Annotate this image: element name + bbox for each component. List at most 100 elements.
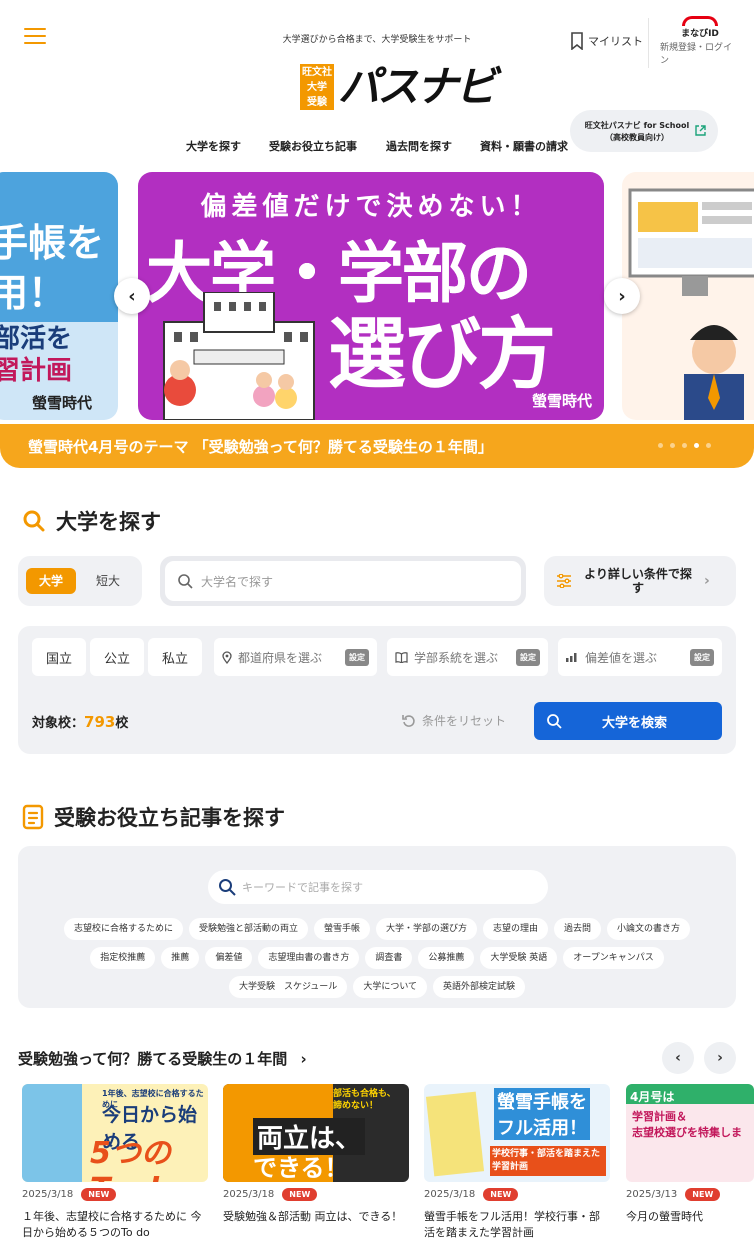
article-tag[interactable]: 志望理由書の書き方 [258, 947, 360, 969]
book-icon [395, 651, 408, 663]
article-card[interactable]: 部活も合格も、諦めない！ 両立は、 できる！ 2025/3/18 NEW 受験勉強… [223, 1084, 409, 1225]
result-count: 対象校：793校 [32, 713, 129, 731]
carousel-slide-main[interactable]: 偏差値だけで決めない！ 大学・学部の 選び方 螢雪時代 [138, 172, 604, 420]
carousel-dot[interactable] [658, 443, 663, 448]
carousel-slide-next[interactable] [622, 172, 754, 420]
for-school-button[interactable]: 旺文社パスナビ for School（高校教員向け） [570, 110, 718, 152]
article-card[interactable]: 螢雪手帳を フル活用！ 学校行事・部活を踏まえた学習計画 2025/3/18 NE… [424, 1084, 610, 1241]
featured-next-button[interactable]: › [704, 1042, 736, 1074]
hero-carousel[interactable]: 手帳を 用！ 部活を 習計画 螢雪時代 偏差値だけで決めない！ 大学・学部の 選… [0, 170, 754, 470]
login-link[interactable]: 新規登録・ログイン [660, 42, 740, 68]
chevron-right-icon: › [300, 1050, 307, 1068]
school-type-toggle[interactable]: 大学 短大 [18, 556, 142, 606]
new-badge: NEW [282, 1188, 318, 1201]
reset-label: 条件をリセット [422, 714, 507, 728]
article-tag[interactable]: オープンキャンパス [563, 947, 664, 969]
faculty-label: 学部系統を選ぶ [414, 650, 499, 665]
prefecture-label: 都道府県を選ぶ [238, 650, 323, 665]
featured-prev-button[interactable]: ‹ [662, 1042, 694, 1074]
articles-section-title: 受験お役立ち記事を探す [54, 806, 285, 830]
logo-word: パスナビ [338, 62, 497, 111]
location-pin-icon [222, 650, 232, 664]
article-tag[interactable]: 英語外部検定試験 [433, 976, 526, 998]
university-search-input[interactable]: 大学名で探す [201, 573, 273, 590]
bookmark-icon [571, 32, 583, 50]
article-tag[interactable]: 偏差値 [205, 947, 253, 969]
article-search-input[interactable]: キーワードで記事を探す [242, 879, 363, 895]
carousel-next-button[interactable]: › [604, 278, 640, 314]
mylist-link[interactable]: マイリスト [570, 32, 643, 50]
article-tag[interactable]: 過去問 [554, 918, 602, 940]
article-card[interactable]: 1年後、志望校に合格するために 今日から始める 5つのTo do 2025/3/… [22, 1084, 208, 1241]
nav-past-exams[interactable]: 過去問を探す [386, 138, 452, 154]
article-keyword-search[interactable]: キーワードで記事を探す [208, 870, 548, 904]
article-thumbnail: 4月号は 学習計画＆ 志望校選びを特集しま [626, 1084, 754, 1182]
article-tag[interactable]: 志望校に合格するために [63, 918, 183, 940]
article-card[interactable]: 4月号は 学習計画＆ 志望校選びを特集しま 2025/3/13 NEW 今月の螢雪… [626, 1084, 754, 1225]
carousel-dot[interactable] [682, 443, 687, 448]
article-tag[interactable]: 小論文の書き方 [607, 918, 691, 940]
document-icon [22, 804, 44, 830]
article-tag[interactable]: 大学・学部の選び方 [375, 918, 477, 940]
tab-university[interactable]: 大学 [26, 568, 76, 594]
carousel-dots[interactable] [658, 443, 711, 448]
reset-icon [402, 714, 415, 727]
nav-university[interactable]: 大学を探す [186, 138, 241, 154]
article-title: 今月の螢雪時代 [626, 1210, 703, 1223]
university-name-search[interactable]: 大学名で探す [160, 556, 526, 606]
nav-articles[interactable]: 受験お役立ち記事 [269, 138, 357, 154]
faculty-select[interactable]: 学部系統を選ぶ 設定 [387, 638, 548, 676]
article-tag[interactable]: 推薦 [161, 947, 200, 969]
search-icon [178, 574, 193, 589]
tab-junior-college[interactable]: 短大 [88, 568, 128, 594]
prefecture-select[interactable]: 都道府県を選ぶ 設定 [214, 638, 377, 676]
article-tag[interactable]: 公募推薦 [418, 947, 475, 969]
mylist-label: マイリスト [588, 35, 643, 48]
filter-public[interactable]: 公立 [90, 638, 144, 676]
detailed-search-label: より詳しい条件で探す [584, 567, 692, 595]
hamburger-menu-button[interactable] [24, 28, 46, 46]
monitor-illustration [628, 188, 754, 420]
featured-heading-link[interactable]: 受験勉強って何？勝てる受験生の１年間 › [18, 1048, 307, 1069]
article-tag[interactable]: 大学受験 スケジュール [228, 976, 348, 998]
search-icon [23, 510, 45, 532]
external-link-icon [695, 125, 706, 136]
carousel-dot[interactable] [670, 443, 675, 448]
deviation-set-badge: 設定 [690, 648, 714, 666]
carousel-slide-prev[interactable]: 手帳を 用！ 部活を 習計画 螢雪時代 [0, 172, 118, 420]
filter-national[interactable]: 国立 [32, 638, 86, 676]
carousel-dot[interactable] [706, 443, 711, 448]
reset-conditions-button[interactable]: 条件をリセット [402, 712, 506, 729]
article-tag[interactable]: 志望の理由 [483, 918, 549, 940]
article-date: 2025/3/13 [626, 1189, 678, 1200]
nav-request-materials[interactable]: 資料・願書の請求 [480, 138, 568, 154]
article-thumbnail: 部活も合格も、諦めない！ 両立は、 できる！ [223, 1084, 409, 1182]
deviation-select[interactable]: 偏差値を選ぶ 設定 [558, 638, 722, 676]
site-logo[interactable]: 旺文社 大学 受験 パスナビ [300, 62, 497, 111]
slide-title-2: 選び方 [328, 310, 556, 400]
deviation-label: 偏差値を選ぶ [585, 650, 658, 665]
chevron-right-icon: › [704, 573, 710, 589]
article-date: 2025/3/18 [424, 1189, 476, 1200]
search-university-button[interactable]: 大学を検索 [534, 702, 722, 740]
article-date: 2025/3/18 [223, 1189, 275, 1200]
article-tag[interactable]: 指定校推薦 [90, 947, 156, 969]
filter-private[interactable]: 私立 [148, 638, 202, 676]
article-tag[interactable]: 受験勉強と部活動の両立 [188, 918, 308, 940]
article-tag[interactable]: 大学について [353, 976, 428, 998]
header-divider [648, 18, 649, 68]
carousel-prev-button[interactable]: ‹ [114, 278, 150, 314]
article-tag[interactable]: 調査書 [365, 947, 413, 969]
article-title: 受験勉強＆部活動 両立は、できる！ [223, 1210, 403, 1223]
prefecture-set-badge: 設定 [345, 648, 369, 666]
article-title: １年後、志望校に合格するために 今日から始める５つのTo do [22, 1210, 202, 1239]
sliders-icon [557, 574, 571, 588]
article-date: 2025/3/18 [22, 1189, 74, 1200]
article-tag[interactable]: 螢雪手帳 [313, 918, 370, 940]
detailed-search-button[interactable]: より詳しい条件で探す › [544, 556, 736, 606]
search-icon [547, 714, 562, 729]
search-icon [219, 879, 236, 896]
search-section-heading: 大学を探す [22, 506, 161, 536]
carousel-dot-active[interactable] [694, 443, 699, 448]
article-tag[interactable]: 大学受験 英語 [480, 947, 558, 969]
